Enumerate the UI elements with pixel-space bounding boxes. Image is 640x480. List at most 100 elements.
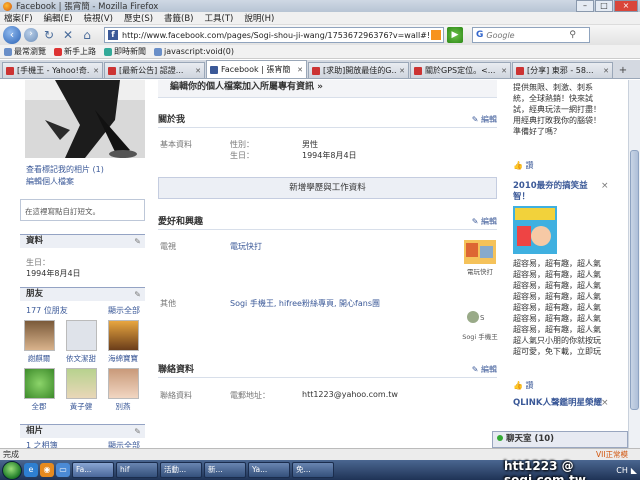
- tv-thumb-caption[interactable]: 電玩快打: [460, 266, 500, 276]
- close-tab-icon[interactable]: ✕: [603, 67, 609, 75]
- menu-tools[interactable]: 工具(T): [205, 12, 234, 24]
- ad1-text[interactable]: 提供無限、刺激、刺系統，全球熱銷！快來試試，經典玩法一網打盡！用經典打敗我你的腦…: [513, 82, 603, 137]
- albums-count-link[interactable]: 1 之相簿: [26, 440, 58, 448]
- bookmark-getting-started[interactable]: 新手上路: [54, 46, 96, 57]
- other-value-links[interactable]: Sogi 手機王, hifree粉絲專頁, 開心fans團: [230, 298, 380, 309]
- google-icon[interactable]: G: [476, 30, 483, 40]
- friend-name[interactable]: 海綿寶寶: [104, 353, 142, 364]
- taskbar-firefox[interactable]: Fa...: [72, 462, 114, 478]
- scrollbar-thumb[interactable]: [630, 150, 639, 410]
- profile-photo[interactable]: [25, 80, 145, 158]
- sogi-thumb-caption[interactable]: Sogi 手機王: [460, 331, 500, 341]
- tv-page-thumbnail[interactable]: [464, 240, 496, 264]
- bookmark-most-visited[interactable]: 最常瀏覽: [4, 46, 46, 57]
- close-tab-icon[interactable]: ✕: [501, 67, 507, 75]
- friends-count-link[interactable]: 177 位朋友: [26, 305, 68, 316]
- search-input[interactable]: [486, 30, 567, 40]
- menu-file[interactable]: 檔案(F): [4, 12, 33, 24]
- edit-pencil-icon[interactable]: ✎: [134, 425, 141, 438]
- close-ad-icon[interactable]: ×: [601, 398, 609, 408]
- url-bar[interactable]: f http://www.facebook.com/pages/Sogi-sho…: [104, 27, 444, 43]
- menu-view[interactable]: 檢視(V): [84, 12, 113, 24]
- friend-tile[interactable]: 別燕: [104, 368, 142, 412]
- see-all-friends-link[interactable]: 顯示全部: [108, 305, 140, 316]
- friend-name[interactable]: 別燕: [104, 401, 142, 412]
- tab-active[interactable]: Facebook | 張宵簡 ✕: [206, 60, 307, 78]
- friend-tile[interactable]: 依文潔甜: [62, 320, 100, 364]
- ad2-title[interactable]: 2010最夯的搞笑益智！: [513, 181, 603, 203]
- home-icon[interactable]: ⌂: [79, 27, 95, 43]
- reload-icon[interactable]: ↻: [41, 27, 57, 43]
- tab[interactable]: [分享] 東邪 - 58... ✕: [512, 62, 613, 78]
- friend-tile[interactable]: 謝麒爾: [20, 320, 58, 364]
- edit-contact-link[interactable]: ✎ 編輯: [472, 362, 497, 378]
- friend-tile[interactable]: 海綿寶寶: [104, 320, 142, 364]
- taskbar-yahoo[interactable]: Ya...: [248, 462, 290, 478]
- edit-pencil-icon[interactable]: ✎: [134, 288, 141, 301]
- search-box[interactable]: G ⚲: [472, 27, 590, 43]
- view-tagged-photos-link[interactable]: 查看標記我的相片 (1): [26, 164, 104, 175]
- close-tab-icon[interactable]: ✕: [399, 67, 405, 75]
- close-tab-icon[interactable]: ✕: [297, 66, 303, 74]
- menu-edit[interactable]: 編輯(E): [44, 12, 73, 24]
- friend-avatar[interactable]: [23, 368, 55, 399]
- menu-help[interactable]: 說明(H): [244, 12, 274, 24]
- ad3-title[interactable]: QLINK人聲鑑明星榮耀: [513, 398, 603, 409]
- taskbar-window[interactable]: 免...: [292, 462, 334, 478]
- sogi-page-thumbnail[interactable]: S: [464, 305, 496, 329]
- rss-icon[interactable]: [431, 30, 441, 40]
- start-button[interactable]: [2, 460, 22, 480]
- maximize-button[interactable]: □: [595, 0, 613, 12]
- friend-avatar[interactable]: [65, 368, 97, 399]
- close-tab-icon[interactable]: ✕: [195, 67, 201, 75]
- edit-profile-banner[interactable]: 編輯你的個人檔案加入所屬專有資訊 »: [158, 80, 497, 98]
- friend-avatar[interactable]: [107, 368, 139, 399]
- tab[interactable]: [最新公告] 認證... ✕: [104, 62, 205, 78]
- friend-avatar-placeholder[interactable]: [65, 320, 97, 351]
- menu-bookmarks[interactable]: 書籤(B): [164, 12, 193, 24]
- edit-likes-link[interactable]: ✎ 編輯: [472, 214, 497, 230]
- ad2-text[interactable]: 超容易，超有趣，超人氣超容易，超有趣，超人氣超容易，超有趣，超人氣超容易，超有趣…: [513, 258, 607, 357]
- edit-profile-link[interactable]: 編輯個人檔案: [26, 176, 74, 187]
- ad1-like-link[interactable]: 👍 讚: [513, 160, 534, 171]
- close-tab-icon[interactable]: ✕: [93, 67, 99, 75]
- tv-value-link[interactable]: 電玩快打: [230, 241, 262, 252]
- chat-bar[interactable]: 聊天室 (10): [492, 431, 628, 448]
- friend-name[interactable]: 黃子健: [62, 401, 100, 412]
- url-text[interactable]: http://www.facebook.com/pages/Sogi-shou-…: [122, 31, 429, 40]
- back-button[interactable]: ‹: [3, 26, 21, 44]
- stop-icon[interactable]: ✕: [60, 27, 76, 43]
- friend-name[interactable]: 全郡: [20, 401, 58, 412]
- taskbar-window[interactable]: 新...: [204, 462, 246, 478]
- friend-avatar[interactable]: [107, 320, 139, 351]
- forward-button[interactable]: ›: [24, 28, 38, 42]
- close-window-button[interactable]: ×: [614, 0, 638, 12]
- new-tab-button[interactable]: +: [616, 64, 630, 78]
- taskbar-hifree[interactable]: hif: [116, 462, 158, 478]
- menu-history[interactable]: 歷史(S): [124, 12, 153, 24]
- friend-tile[interactable]: 黃子健: [62, 368, 100, 412]
- see-all-photos-link[interactable]: 顯示全部: [108, 440, 140, 448]
- show-desktop-icon[interactable]: ▭: [56, 463, 70, 477]
- bookmark-javascript[interactable]: javascript:void(0): [154, 47, 234, 56]
- search-icon[interactable]: ⚲: [569, 30, 576, 40]
- tab[interactable]: [求助]開放最佳的G... ✕: [308, 62, 409, 78]
- friend-avatar[interactable]: [23, 320, 55, 351]
- status-input[interactable]: 在這裡寫點自訂短文。: [20, 199, 145, 221]
- taskbar-window[interactable]: 活動...: [160, 462, 202, 478]
- close-ad-icon[interactable]: ×: [601, 181, 609, 191]
- tab[interactable]: [手機王 - Yahoo!奇... ✕: [2, 62, 103, 78]
- ad2-like-link[interactable]: 👍 讚: [513, 380, 534, 391]
- bookmark-news[interactable]: 即時新聞: [104, 46, 146, 57]
- firefox-quicklaunch-icon[interactable]: ◉: [40, 463, 54, 477]
- page-scrollbar[interactable]: [628, 80, 640, 448]
- friend-name[interactable]: 謝麒爾: [20, 353, 58, 364]
- edit-pencil-icon[interactable]: ✎: [134, 235, 141, 248]
- ie-icon[interactable]: e: [24, 463, 38, 477]
- tab[interactable]: 關於GPS定位。<... ✕: [410, 62, 511, 78]
- friend-tile[interactable]: 全郡: [20, 368, 58, 412]
- minimize-button[interactable]: –: [576, 0, 594, 12]
- edit-about-link[interactable]: ✎ 編輯: [472, 112, 497, 128]
- friend-name[interactable]: 依文潔甜: [62, 353, 100, 364]
- add-education-work-button[interactable]: 新增學歷與工作資料: [158, 177, 497, 199]
